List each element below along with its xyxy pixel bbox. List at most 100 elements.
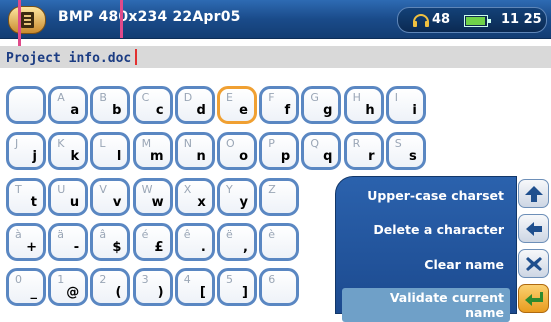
key[interactable]: 2( (90, 268, 131, 306)
key-secondary-char: Q (310, 137, 320, 150)
key[interactable]: Ii (385, 86, 426, 124)
key[interactable]: Gg (301, 86, 342, 124)
key[interactable]: é £ (132, 223, 173, 261)
key[interactable]: Oo (217, 132, 257, 170)
key-secondary-char: 2 (99, 273, 107, 286)
key[interactable]: Kk (48, 132, 89, 170)
key-main-char: $ (112, 240, 122, 255)
key[interactable]: ä- (48, 223, 89, 261)
key[interactable]: à + (6, 223, 46, 261)
key[interactable]: Aa (48, 86, 89, 124)
key-secondary-char: G (310, 91, 319, 104)
clear-name-button[interactable] (518, 249, 549, 278)
key-secondary-char: R (352, 137, 361, 150)
menu-item-validate-name[interactable]: Validate current name (342, 288, 510, 322)
menu-item-clear-name[interactable]: Clear name (424, 257, 504, 272)
key-main-char: i (412, 103, 417, 118)
key[interactable]: Rr (343, 132, 384, 170)
key[interactable]: Ww (132, 178, 173, 216)
menu-item-uppercase[interactable]: Upper-case charset (367, 188, 504, 203)
key-main-char: f (284, 103, 291, 118)
key-secondary-char: P (268, 137, 275, 150)
key-main-char: [ (199, 285, 206, 300)
key[interactable]: Tt (6, 178, 46, 216)
key[interactable]: Z (259, 178, 300, 216)
key-secondary-char: 6 (268, 273, 276, 286)
key-main-char: x (197, 195, 206, 210)
key[interactable]: Ee (217, 86, 257, 124)
key[interactable]: ë, (217, 223, 257, 261)
key[interactable]: è (259, 223, 300, 261)
key-secondary-char: D (183, 91, 193, 104)
key[interactable]: 4[ (174, 268, 215, 306)
uppercase-button[interactable] (518, 179, 549, 208)
key[interactable]: 0 _ (6, 268, 46, 306)
filename-value: Project info.doc (6, 49, 138, 66)
key-main-char: g (323, 103, 333, 118)
key-main-char: j (32, 149, 37, 164)
key[interactable] (6, 86, 46, 124)
key-secondary-char: O (226, 137, 235, 150)
image-info-title: BMP 480x234 22Apr05 (58, 9, 241, 25)
key[interactable]: Uu (48, 178, 89, 216)
validate-name-button[interactable] (518, 284, 549, 313)
key-secondary-char: L (99, 137, 106, 150)
key[interactable]: Xx (174, 178, 215, 216)
key-secondary-char: è (268, 228, 275, 241)
key[interactable]: 5] (217, 268, 257, 306)
key-secondary-char: 1 (57, 273, 65, 286)
key[interactable]: Vv (90, 178, 131, 216)
key[interactable]: Nn (174, 132, 215, 170)
key[interactable]: Hh (343, 86, 384, 124)
key-secondary-char: 0 (15, 273, 22, 286)
key[interactable]: â $ (90, 223, 131, 261)
options-menu: Upper-case charset Delete a character Cl… (335, 176, 517, 322)
crop-marker-right (120, 0, 123, 38)
arrow-left-icon (526, 222, 542, 236)
key[interactable]: Yy (217, 178, 257, 216)
key-main-char: ( (115, 285, 122, 300)
key[interactable]: Cc (132, 86, 173, 124)
key-secondary-char: I (394, 91, 399, 104)
key-secondary-char: S (394, 137, 402, 150)
filename-field[interactable]: Project info.doc (0, 46, 551, 68)
status-indicators: 48 11 25 (397, 7, 547, 33)
key-main-char: v (112, 195, 122, 210)
key[interactable]: Dd (174, 86, 215, 124)
key[interactable]: Ff (259, 86, 300, 124)
key[interactable]: 6 (259, 268, 300, 306)
key[interactable]: 3) (132, 268, 173, 306)
key[interactable]: Jj (6, 132, 46, 170)
arrow-up-icon (525, 186, 543, 202)
key-secondary-char: H (352, 91, 361, 104)
key-main-char: + (26, 240, 37, 255)
menu-item-delete-character[interactable]: Delete a character (373, 222, 504, 237)
key[interactable]: Mm (132, 132, 173, 170)
key-main-char: u (69, 195, 80, 210)
key[interactable]: ê. (174, 223, 215, 261)
key[interactable]: Ss (385, 132, 426, 170)
key-main-char: y (239, 195, 248, 210)
key-main-char: m (150, 149, 164, 164)
key-main-char: p (280, 149, 291, 164)
key[interactable]: Pp (259, 132, 300, 170)
key-secondary-char: 4 (183, 273, 191, 286)
key[interactable]: 1 @ (48, 268, 89, 306)
key-secondary-char: B (99, 91, 107, 104)
key-secondary-char: X (183, 183, 192, 196)
key[interactable]: Bb (90, 86, 131, 124)
key-main-char: d (196, 103, 206, 118)
headphones-icon (413, 14, 429, 27)
key-secondary-char: ê (183, 228, 191, 241)
key-main-char: h (365, 103, 375, 118)
battery-icon (464, 15, 491, 27)
key-secondary-char: â (99, 228, 107, 241)
text-cursor (135, 49, 138, 65)
key-main-char: ] (242, 285, 248, 300)
key[interactable]: Qq (301, 132, 342, 170)
key-main-char: q (323, 149, 333, 164)
key-secondary-char: J (15, 137, 19, 150)
key[interactable]: Ll (90, 132, 131, 170)
key-main-char: a (70, 103, 80, 118)
delete-character-button[interactable] (518, 214, 549, 243)
